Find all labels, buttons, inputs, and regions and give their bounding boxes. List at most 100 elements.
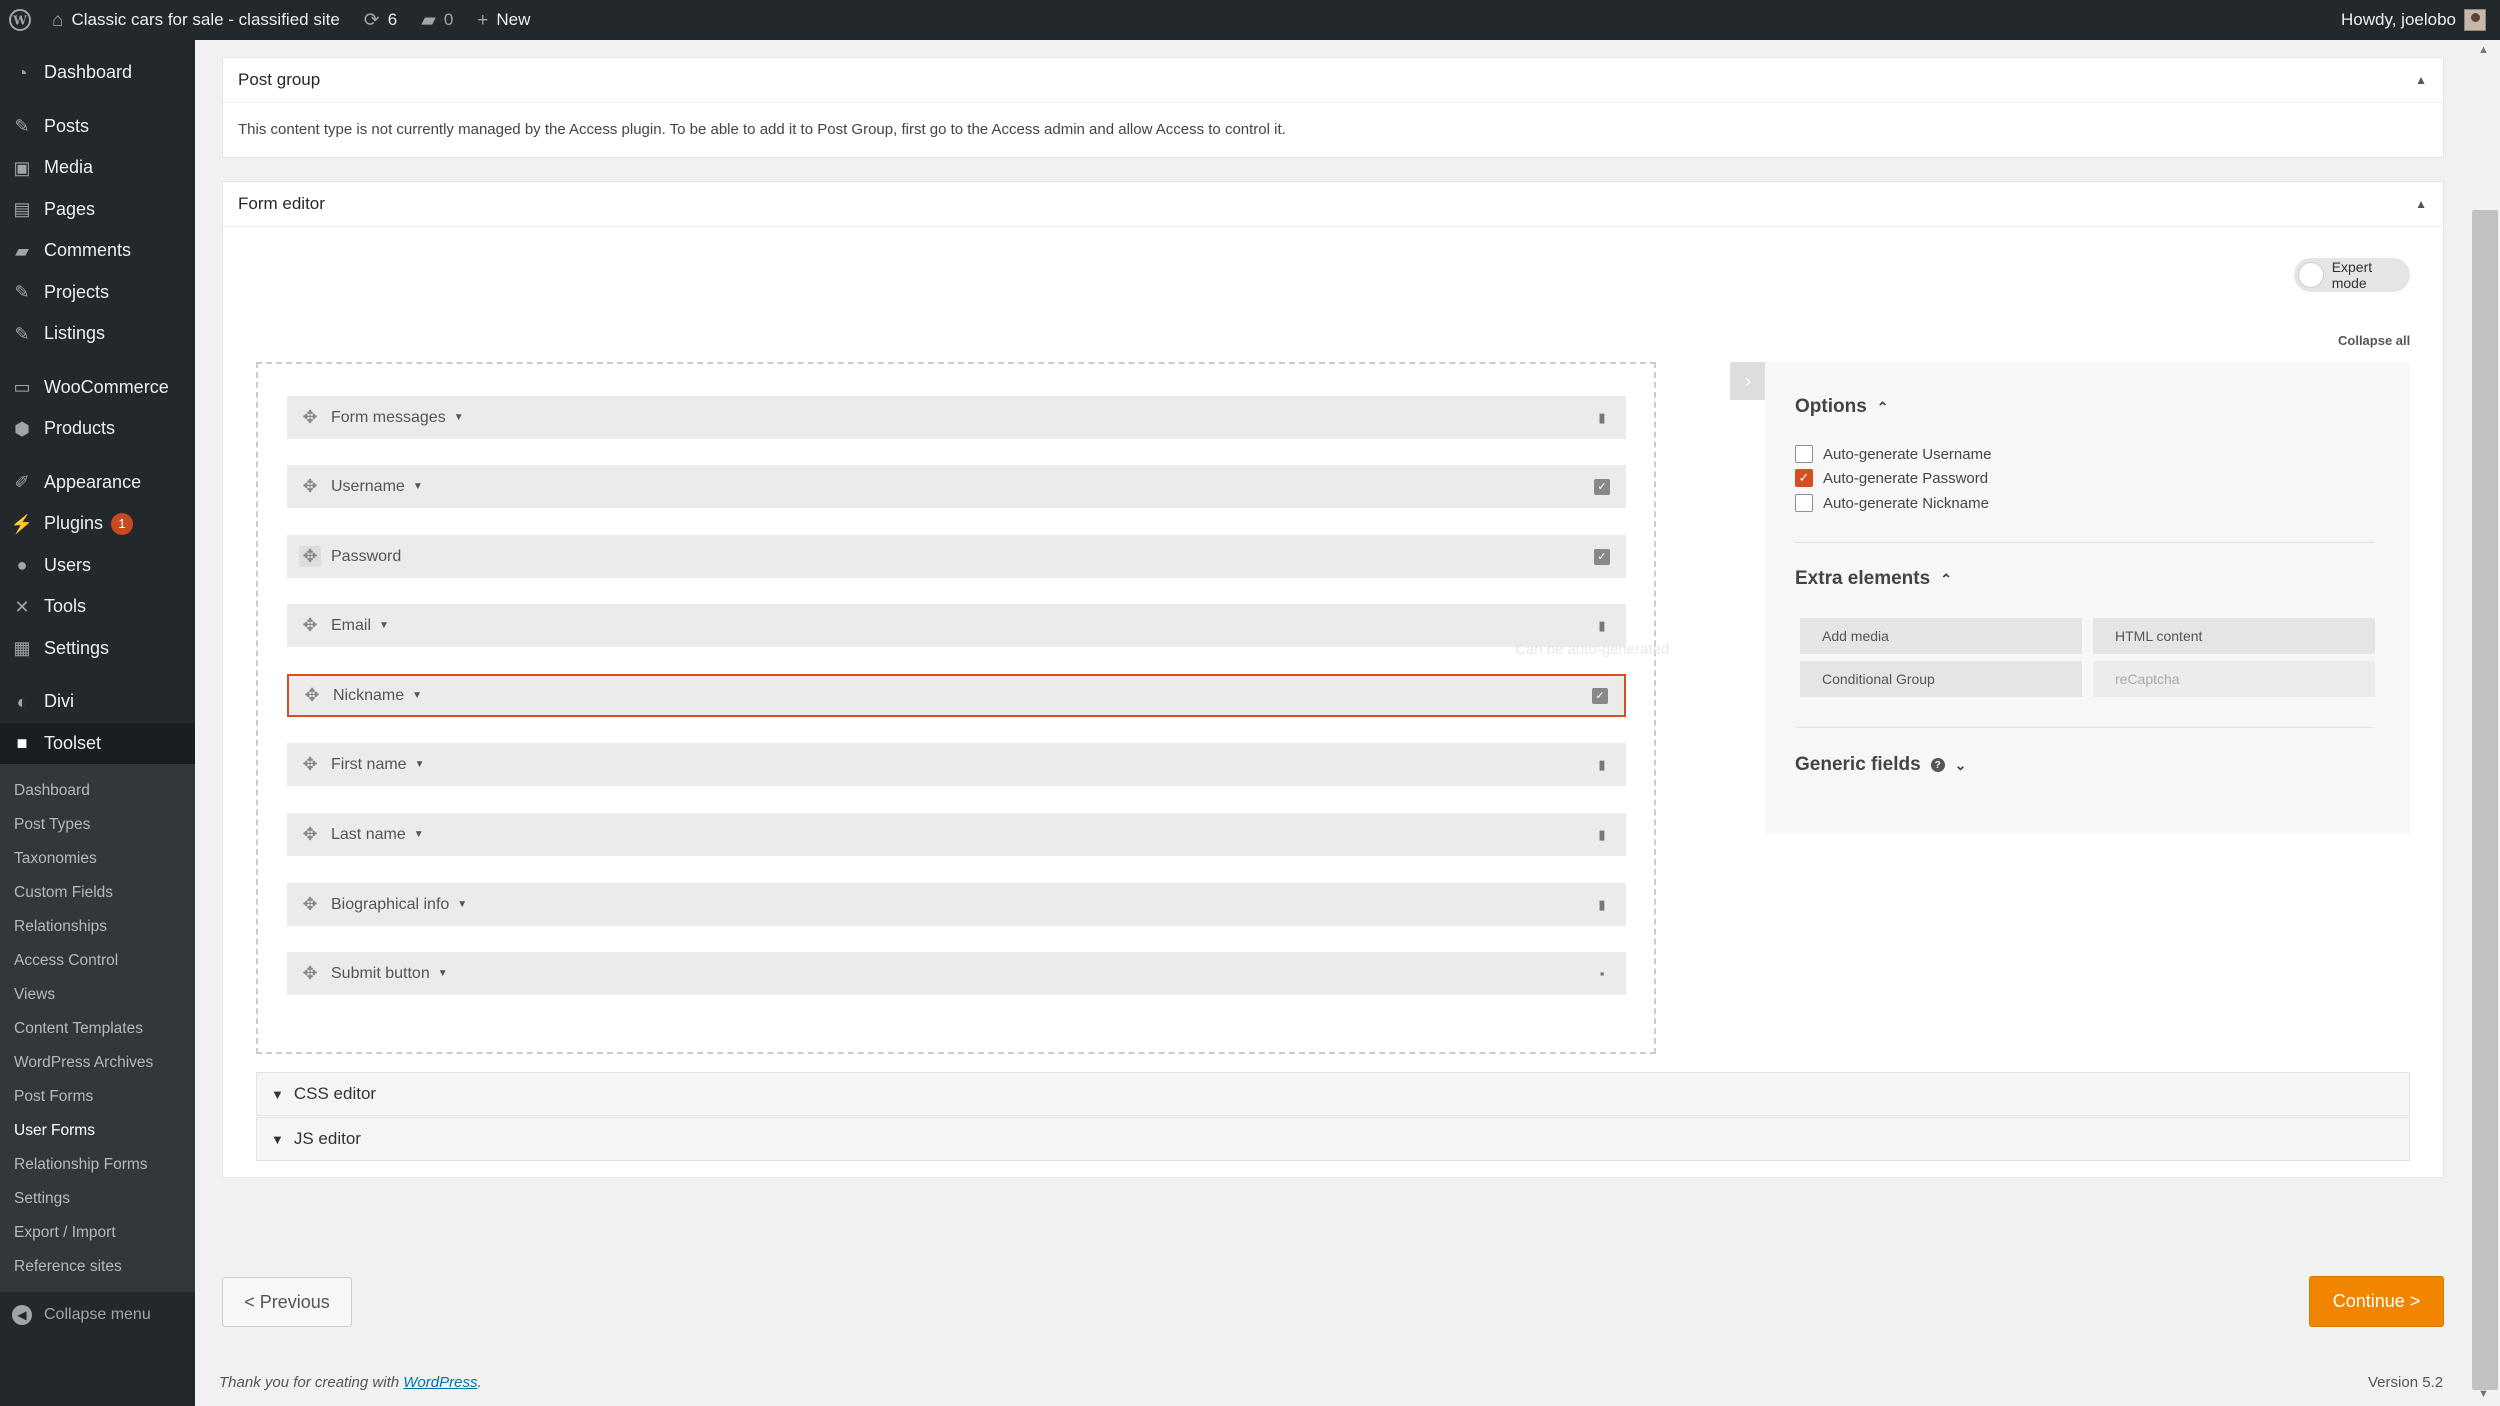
menu-appearance[interactable]: ✐ Appearance	[0, 462, 195, 504]
field-nickname[interactable]: ✥ Nickname ▼ ✓	[287, 674, 1626, 717]
menu-media[interactable]: ▣ Media	[0, 147, 195, 189]
field-password[interactable]: ✥ Password ✓	[287, 535, 1626, 578]
caret-down-icon[interactable]: ▼	[413, 481, 423, 492]
recaptcha-button[interactable]: reCaptcha	[2093, 661, 2375, 697]
submenu-item[interactable]: Reference sites	[0, 1250, 195, 1284]
extra-elements-heading[interactable]: Extra elements ⌃	[1795, 568, 1952, 590]
help-icon[interactable]: ?	[1930, 758, 1945, 772]
move-icon[interactable]: ✥	[299, 476, 321, 497]
submenu-item[interactable]: Views	[0, 978, 195, 1012]
previous-button[interactable]: < Previous	[222, 1277, 352, 1327]
submenu-item[interactable]: Post Types	[0, 808, 195, 842]
field-username[interactable]: ✥ Username ▼ ✓	[287, 465, 1626, 508]
scroll-up-icon[interactable]: ▲	[2478, 44, 2489, 56]
collapse-arrow-icon[interactable]: ▲	[2415, 73, 2427, 87]
chevron-down-icon[interactable]: ⌄	[1955, 757, 1967, 774]
menu-pages[interactable]: ▤ Pages	[0, 189, 195, 231]
chevron-right-icon[interactable]: ›	[1730, 362, 1766, 400]
menu-divi[interactable]: ◐ Divi	[0, 681, 195, 723]
comments-link[interactable]: ▰ 0	[409, 0, 465, 40]
caret-down-icon[interactable]: ▼	[454, 412, 464, 423]
move-icon[interactable]: ✥	[299, 615, 321, 636]
submenu-item[interactable]: Relationships	[0, 910, 195, 944]
my-account-link[interactable]: Howdy, joelobo	[2329, 0, 2500, 40]
wordpress-logo-icon[interactable]: W	[0, 0, 40, 40]
menu-projects[interactable]: ✎ Projects	[0, 272, 195, 314]
option-auto-nickname[interactable]: Auto-generate Nickname	[1795, 494, 1989, 512]
continue-button[interactable]: Continue >	[2309, 1276, 2444, 1327]
scrollbar-thumb[interactable]	[2472, 210, 2498, 1390]
menu-plugins[interactable]: ⚡ Plugins 1	[0, 503, 195, 545]
option-auto-username[interactable]: Auto-generate Username	[1795, 445, 1991, 463]
field-last-name[interactable]: ✥ Last name ▼ ▮	[287, 813, 1626, 856]
submenu-item[interactable]: Taxonomies	[0, 842, 195, 876]
move-icon[interactable]: ✥	[301, 685, 323, 706]
generic-fields-heading[interactable]: Generic fields? ⌄	[1795, 754, 1966, 776]
submenu-item[interactable]: Dashboard	[0, 774, 195, 808]
checkbox[interactable]	[1795, 445, 1813, 463]
menu-woocommerce[interactable]: ▭ WooCommerce	[0, 367, 195, 409]
updates-link[interactable]: ⟳ 6	[352, 0, 409, 40]
expert-mode-toggle[interactable]: Expert mode	[2294, 258, 2410, 292]
caret-down-icon[interactable]: ▼	[438, 968, 448, 979]
trash-icon[interactable]: ▮	[1594, 618, 1610, 634]
caret-down-icon[interactable]: ▼	[412, 690, 422, 701]
collapse-arrow-icon[interactable]: ▲	[2415, 197, 2427, 211]
menu-settings[interactable]: ▦ Settings	[0, 628, 195, 670]
js-editor-toggle[interactable]: ▼ JS editor	[256, 1117, 2410, 1161]
menu-listings[interactable]: ✎ Listings	[0, 313, 195, 355]
submenu-item[interactable]: WordPress Archives	[0, 1046, 195, 1080]
css-editor-toggle[interactable]: ▼ CSS editor	[256, 1072, 2410, 1116]
submenu-item-current[interactable]: User Forms	[0, 1114, 195, 1148]
field-submit-button[interactable]: ✥ Submit button ▼ ▪	[287, 952, 1626, 995]
move-icon[interactable]: ✥	[299, 407, 321, 428]
caret-down-icon[interactable]: ▼	[379, 620, 389, 631]
submenu-item[interactable]: Settings	[0, 1182, 195, 1216]
submenu-item[interactable]: Custom Fields	[0, 876, 195, 910]
post-group-header[interactable]: Post group ▲	[223, 58, 2443, 103]
menu-products[interactable]: ⬢ Products	[0, 408, 195, 450]
caret-down-icon[interactable]: ▼	[414, 829, 424, 840]
site-name-link[interactable]: ⌂ Classic cars for sale - classified sit…	[40, 0, 352, 40]
move-icon[interactable]: ✥	[299, 754, 321, 775]
move-icon[interactable]: ✥	[299, 894, 321, 915]
chevron-up-icon[interactable]: ⌃	[1940, 571, 1952, 588]
menu-posts[interactable]: ✎ Posts	[0, 106, 195, 148]
scroll-down-icon[interactable]: ▼	[2478, 1388, 2489, 1400]
field-form-messages[interactable]: ✥ Form messages ▼ ▮	[287, 396, 1626, 439]
trash-icon[interactable]: ▮	[1594, 410, 1610, 426]
submenu-item[interactable]: Content Templates	[0, 1012, 195, 1046]
checkbox-checked[interactable]: ✓	[1795, 469, 1813, 487]
new-content-link[interactable]: + New	[465, 0, 542, 40]
option-auto-password[interactable]: ✓ Auto-generate Password	[1795, 469, 1988, 487]
move-icon[interactable]: ✥	[299, 824, 321, 845]
wordpress-link[interactable]: WordPress	[403, 1374, 477, 1391]
page-scrollbar[interactable]: ▲ ▼	[2470, 40, 2500, 1406]
options-heading[interactable]: Options ⌃	[1795, 396, 1889, 418]
field-first-name[interactable]: ✥ First name ▼ ▮	[287, 743, 1626, 786]
conditional-group-button[interactable]: Conditional Group	[1800, 661, 2082, 697]
caret-down-icon[interactable]: ▼	[415, 759, 425, 770]
submenu-item[interactable]: Post Forms	[0, 1080, 195, 1114]
trash-icon[interactable]: ▮	[1594, 897, 1610, 913]
menu-tools[interactable]: ✕ Tools	[0, 586, 195, 628]
menu-toolset[interactable]: ■ Toolset	[0, 722, 195, 764]
menu-users[interactable]: ● Users	[0, 545, 195, 587]
caret-down-icon[interactable]: ▼	[457, 899, 467, 910]
checkbox[interactable]	[1795, 494, 1813, 512]
move-icon[interactable]: ✥	[299, 546, 321, 567]
menu-comments[interactable]: ▰ Comments	[0, 230, 195, 272]
submenu-item[interactable]: Relationship Forms	[0, 1148, 195, 1182]
add-media-button[interactable]: Add media	[1800, 618, 2082, 654]
field-biographical-info[interactable]: ✥ Biographical info ▼ ▮	[287, 883, 1626, 926]
form-editor-header[interactable]: Form editor ▲	[223, 182, 2443, 227]
chevron-up-icon[interactable]: ⌃	[1877, 399, 1889, 416]
trash-icon[interactable]: ▮	[1594, 827, 1610, 843]
collapse-all-link[interactable]: Collapse all	[2338, 333, 2410, 348]
field-email[interactable]: ✥ Email ▼ ▮	[287, 604, 1626, 647]
collapse-menu-button[interactable]: ◀ Collapse menu	[0, 1292, 195, 1338]
menu-dashboard[interactable]: ◔ Dashboard	[0, 52, 195, 94]
submenu-item[interactable]: Access Control	[0, 944, 195, 978]
submenu-item[interactable]: Export / Import	[0, 1216, 195, 1250]
trash-icon[interactable]: ▮	[1594, 757, 1610, 773]
